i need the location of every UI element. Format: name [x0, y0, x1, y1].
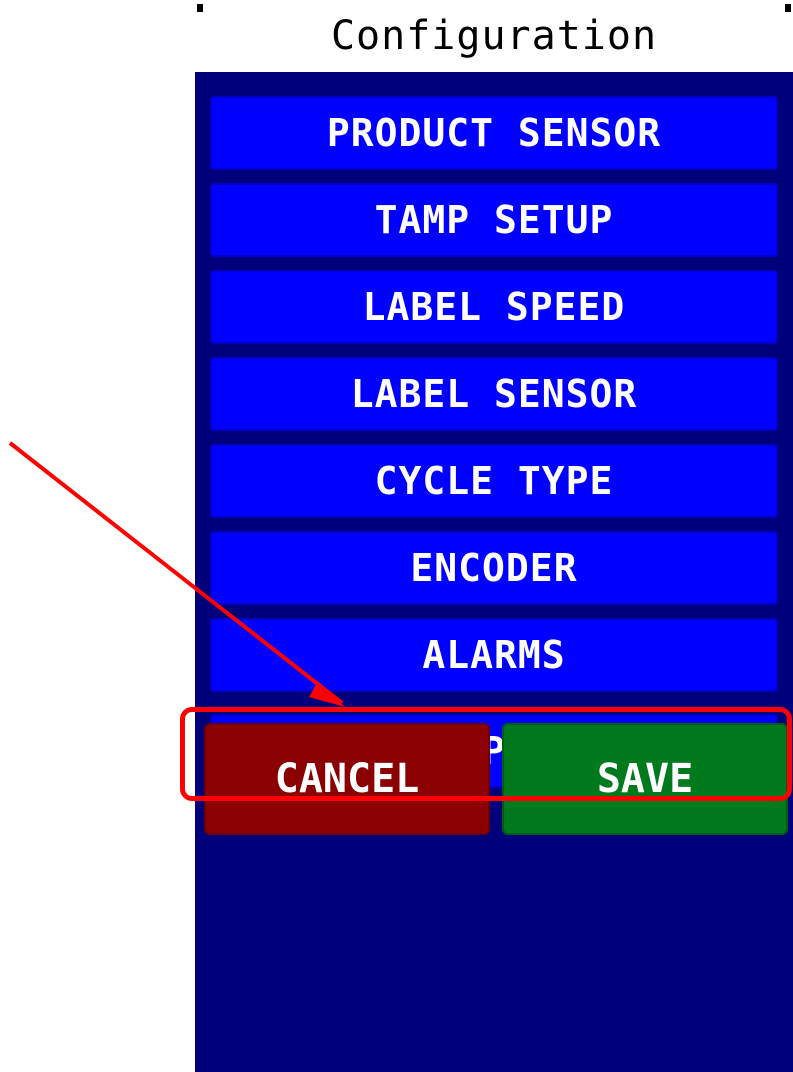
save-button[interactable]: SAVE	[502, 723, 788, 835]
label-sensor-button[interactable]: LABEL SENSOR	[210, 357, 778, 431]
corner-mark	[785, 4, 791, 12]
tamp-setup-button[interactable]: TAMP SETUP	[210, 183, 778, 257]
corner-mark	[197, 4, 203, 12]
product-sensor-button[interactable]: PRODUCT SENSOR	[210, 96, 778, 170]
label-speed-button[interactable]: LABEL SPEED	[210, 270, 778, 344]
alarms-button[interactable]: ALARMS	[210, 618, 778, 692]
cycle-type-button[interactable]: CYCLE TYPE	[210, 444, 778, 518]
encoder-button[interactable]: ENCODER	[210, 531, 778, 605]
cancel-button[interactable]: CANCEL	[204, 723, 490, 835]
configuration-screen: Configuration PRODUCT SENSOR TAMP SETUP …	[195, 0, 793, 1072]
menu-panel: PRODUCT SENSOR TAMP SETUP LABEL SPEED LA…	[195, 72, 793, 1072]
page-title: Configuration	[330, 13, 658, 59]
title-bar: Configuration	[195, 0, 793, 72]
